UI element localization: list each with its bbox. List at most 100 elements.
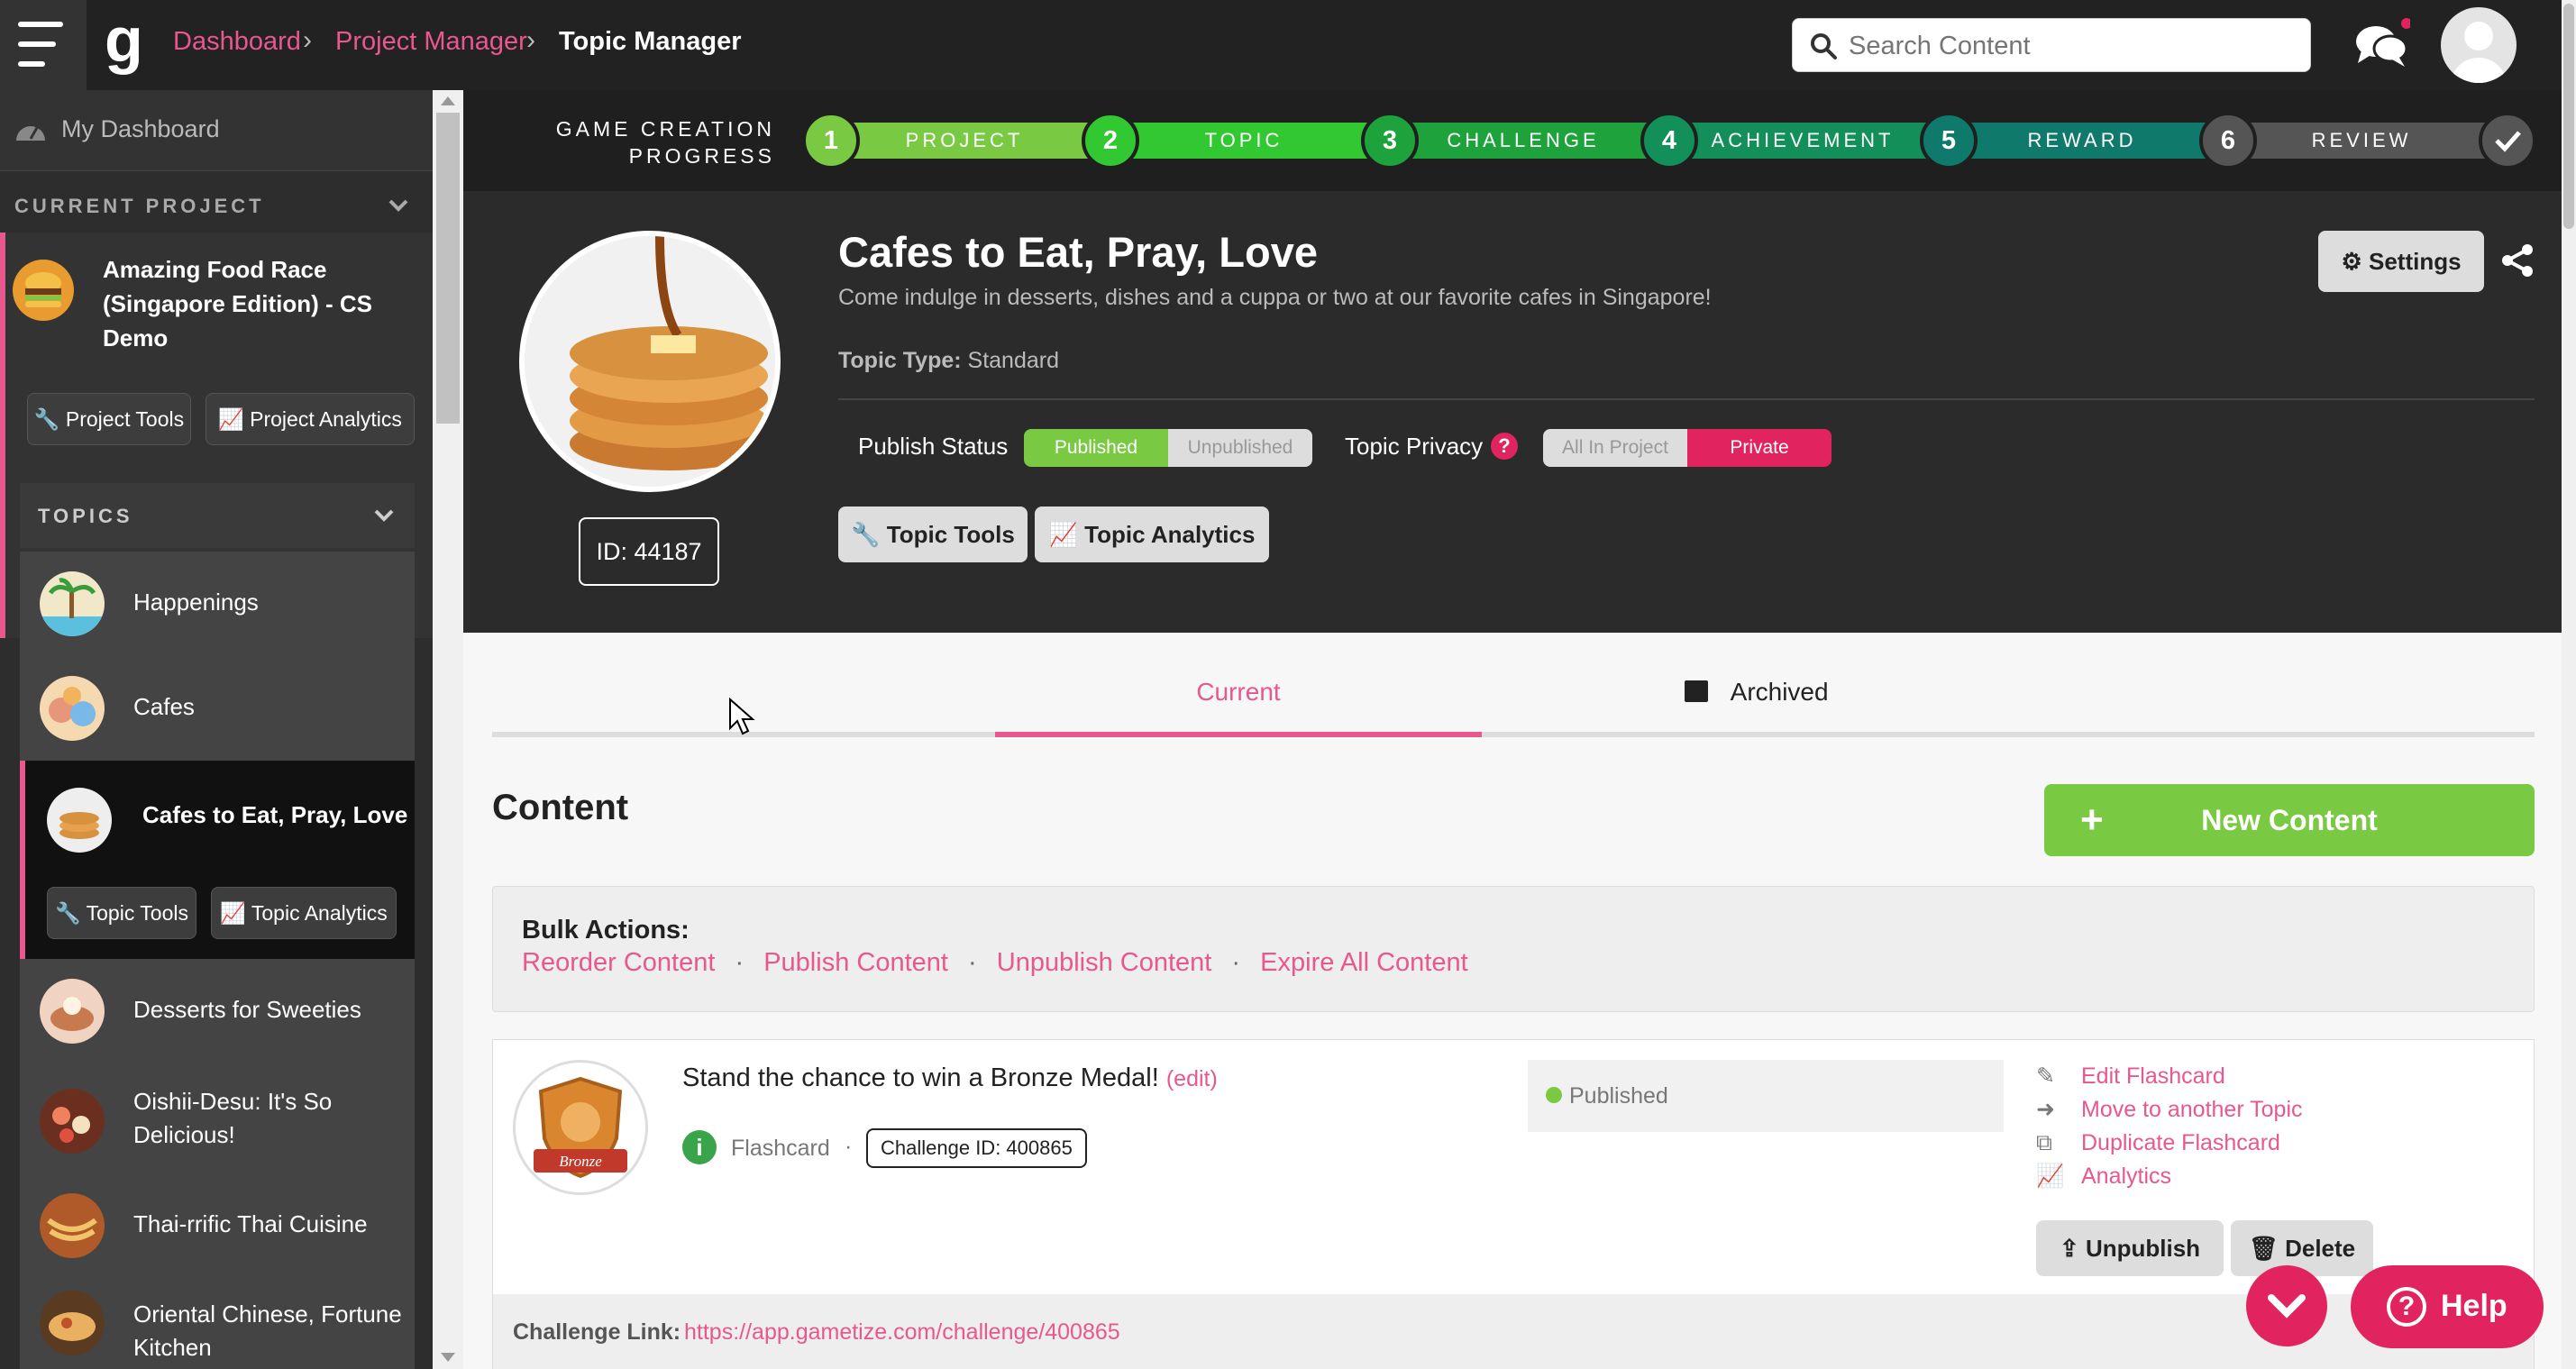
unpublish-label: Unpublish bbox=[2085, 1235, 2201, 1262]
pancake-icon bbox=[59, 812, 99, 839]
card-actions: ✎ Edit Flashcard ➜ Move to another Topic ⧉… bbox=[2036, 1060, 2303, 1193]
step-number: 5 bbox=[1941, 126, 1957, 155]
step-complete[interactable] bbox=[2479, 112, 2536, 169]
topic-analytics-button[interactable]: 📈 Topic Analytics bbox=[1035, 507, 1269, 562]
avatar[interactable] bbox=[2441, 7, 2517, 83]
project-tools-button[interactable]: 🔧 Project Tools bbox=[27, 393, 191, 445]
edit-flashcard-link[interactable]: Edit Flashcard bbox=[2081, 1063, 2225, 1089]
topic-name-line: Delicious! bbox=[133, 1121, 235, 1148]
step-bar-reward[interactable]: REWARD bbox=[1947, 123, 2217, 159]
step-circle-3[interactable]: 3 bbox=[1361, 112, 1419, 169]
chart-icon: 📈 bbox=[220, 901, 246, 925]
info-icon[interactable]: i bbox=[682, 1130, 717, 1164]
step-bar-review[interactable]: REVIEW bbox=[2226, 123, 2497, 159]
reorder-content-link[interactable]: Reorder Content bbox=[522, 948, 715, 977]
scroll-down-button[interactable] bbox=[2246, 1265, 2327, 1346]
sidebar-scrollbar-thumb[interactable] bbox=[436, 113, 460, 424]
topic-tools-button[interactable]: 🔧 Topic Tools bbox=[47, 887, 196, 939]
duplicate-flashcard-link[interactable]: Duplicate Flashcard bbox=[2081, 1130, 2280, 1155]
chevron-down-icon[interactable] bbox=[388, 198, 409, 213]
topic-analytics-button[interactable]: 📈 Topic Analytics bbox=[211, 887, 397, 939]
topics-header[interactable]: TOPICS bbox=[20, 483, 415, 548]
archive-icon bbox=[1685, 680, 1709, 702]
search-icon bbox=[1811, 33, 1837, 59]
step-bar-challenge[interactable]: CHALLENGE bbox=[1388, 123, 1658, 159]
tab-current[interactable]: Current bbox=[995, 678, 1482, 707]
sidebar-topic-oishii[interactable]: Oishii-Desu: It's So Delicious! bbox=[20, 1063, 415, 1179]
publish-content-link[interactable]: Publish Content bbox=[763, 948, 948, 977]
step-circle-1[interactable]: 1 bbox=[802, 112, 860, 169]
breadcrumb-dashboard[interactable]: Dashboard bbox=[173, 27, 301, 57]
step-bar-achievement[interactable]: ACHIEVEMENT bbox=[1667, 123, 1938, 159]
unpublished-toggle[interactable]: Unpublished bbox=[1168, 429, 1312, 467]
duplicate-flashcard-action[interactable]: ⧉ Duplicate Flashcard bbox=[2036, 1127, 2303, 1160]
step-label: ACHIEVEMENT bbox=[1711, 129, 1895, 151]
user-icon bbox=[2452, 22, 2506, 83]
card-title-text: Stand the chance to win a Bronze Medal! bbox=[682, 1063, 1159, 1092]
challenge-link-row: Challenge Link: https://app.gametize.com… bbox=[493, 1294, 2534, 1369]
scroll-down-icon[interactable] bbox=[438, 1350, 458, 1364]
analytics-link[interactable]: Analytics bbox=[2081, 1164, 2171, 1189]
search-input[interactable] bbox=[1849, 28, 2299, 64]
step-circle-4[interactable]: 4 bbox=[1640, 112, 1698, 169]
project-tools-label: Project Tools bbox=[65, 407, 185, 431]
move-topic-action[interactable]: ➜ Move to another Topic bbox=[2036, 1093, 2303, 1127]
trash-icon: 🗑 bbox=[2248, 1235, 2279, 1262]
breadcrumb-project-manager[interactable]: Project Manager bbox=[335, 27, 527, 57]
topics-label: TOPICS bbox=[38, 505, 133, 527]
app-logo[interactable]: g bbox=[105, 8, 155, 76]
published-toggle[interactable]: Published bbox=[1024, 429, 1168, 467]
step-circle-2[interactable]: 2 bbox=[1082, 112, 1139, 169]
menu-icon[interactable] bbox=[0, 0, 87, 90]
topic-name-line: Kitchen bbox=[133, 1334, 212, 1361]
current-project-label: CURRENT PROJECT bbox=[14, 195, 265, 217]
topic-tools-button[interactable]: 🔧 Topic Tools bbox=[838, 507, 1028, 562]
chart-icon: 📈 bbox=[1048, 521, 1078, 548]
topic-thumbnail bbox=[40, 1193, 105, 1258]
search-box[interactable] bbox=[1792, 18, 2311, 72]
edit-flashcard-action[interactable]: ✎ Edit Flashcard bbox=[2036, 1060, 2303, 1093]
sidebar-topic-cafes[interactable]: Cafes bbox=[20, 656, 415, 761]
help-button[interactable]: ? Help bbox=[2351, 1265, 2544, 1348]
step-circle-5[interactable]: 5 bbox=[1920, 112, 1978, 169]
badge-text: Bronze bbox=[559, 1153, 602, 1170]
chat-icon[interactable] bbox=[2352, 18, 2410, 72]
step-bar-topic[interactable]: TOPIC bbox=[1109, 123, 1379, 159]
breadcrumb-separator: › bbox=[526, 25, 535, 55]
card-edit-link[interactable]: (edit) bbox=[1166, 1066, 1218, 1091]
share-icon[interactable] bbox=[2500, 243, 2535, 278]
challenge-link-url[interactable]: https://app.gametize.com/challenge/40086… bbox=[684, 1319, 1120, 1346]
privacy-all-toggle[interactable]: All In Project bbox=[1543, 429, 1687, 467]
expire-all-content-link[interactable]: Expire All Content bbox=[1260, 948, 1468, 977]
wrench-icon: 🔧 bbox=[851, 521, 881, 548]
project-analytics-button[interactable]: 📈 Project Analytics bbox=[206, 393, 415, 445]
settings-button[interactable]: ⚙ Settings bbox=[2318, 231, 2484, 292]
sidebar-topic-oriental[interactable]: Oriental Chinese, Fortune Kitchen bbox=[20, 1269, 415, 1369]
unpublish-button[interactable]: ⇪ Unpublish bbox=[2036, 1220, 2224, 1276]
tabs-underline bbox=[492, 732, 2535, 737]
new-content-button[interactable]: + New Content bbox=[2044, 784, 2535, 856]
privacy-private-toggle[interactable]: Private bbox=[1687, 429, 1832, 467]
sidebar-topic-happenings[interactable]: Happenings bbox=[20, 552, 415, 656]
edit-icon: ✎ bbox=[2036, 1063, 2055, 1089]
sidebar-topic-desserts[interactable]: Desserts for Sweeties bbox=[20, 959, 415, 1063]
project-name[interactable]: Amazing Food Race (Singapore Edition) - … bbox=[103, 252, 372, 355]
tab-archived[interactable]: Archived bbox=[1482, 678, 2032, 707]
sidebar-topic-active[interactable]: Cafes to Eat, Pray, Love 🔧 Topic Tools 📈… bbox=[20, 761, 415, 959]
page-scrollbar-thumb[interactable] bbox=[2563, 4, 2574, 229]
topic-description: Come indulge in desserts, dishes and a c… bbox=[838, 285, 1712, 310]
sidebar-topic-thai[interactable]: Thai-rrific Thai Cuisine bbox=[20, 1179, 415, 1269]
card-title: Stand the chance to win a Bronze Medal! … bbox=[682, 1063, 1218, 1093]
step-circle-6[interactable]: 6 bbox=[2199, 112, 2257, 169]
scroll-up-icon[interactable] bbox=[438, 94, 458, 108]
help-circle-icon[interactable]: ? bbox=[1491, 433, 1518, 460]
topic-type: Topic Type: Standard bbox=[838, 348, 1059, 374]
dessert-icon bbox=[50, 997, 94, 1031]
analytics-action[interactable]: 📈 Analytics bbox=[2036, 1160, 2303, 1193]
step-bar-project[interactable]: PROJECT bbox=[829, 123, 1100, 159]
move-topic-link[interactable]: Move to another Topic bbox=[2081, 1097, 2303, 1122]
sidebar-dashboard-item[interactable]: My Dashboard bbox=[0, 90, 433, 171]
unpublish-content-link[interactable]: Unpublish Content bbox=[997, 948, 1212, 977]
content-card: Bronze Stand the chance to win a Bronze … bbox=[492, 1039, 2535, 1369]
card-type: Flashcard bbox=[731, 1136, 830, 1161]
